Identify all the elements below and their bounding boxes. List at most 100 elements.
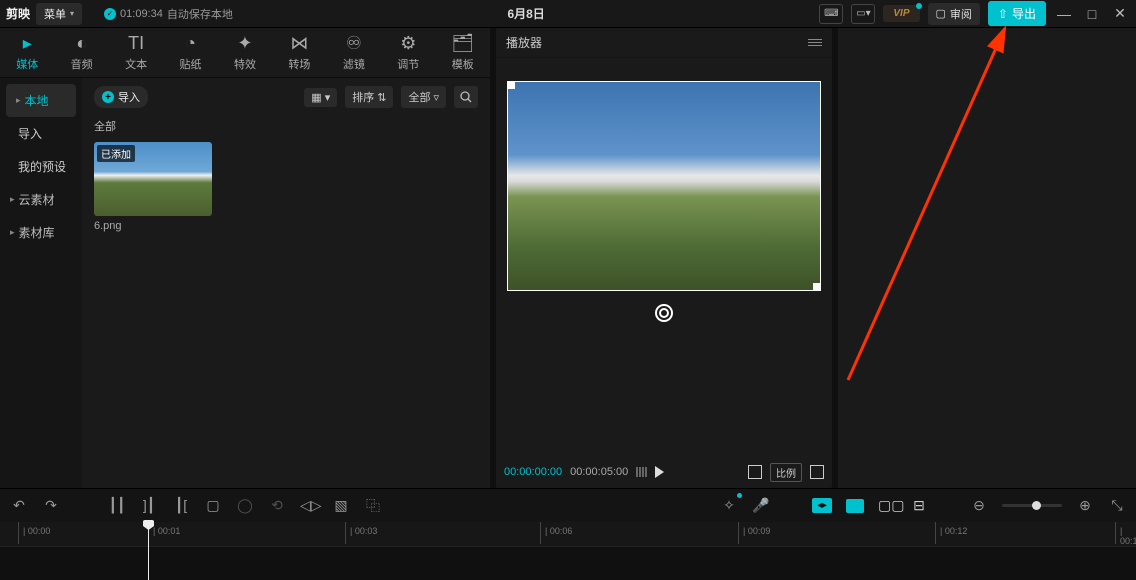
asset-tab-7[interactable]: ⚙调节: [381, 28, 435, 77]
export-button[interactable]: ⇧ 导出: [988, 1, 1046, 26]
asset-tab-8[interactable]: 🗂模板: [436, 28, 490, 77]
sidebar-item-import[interactable]: 导入: [0, 117, 82, 150]
playhead[interactable]: [148, 522, 149, 580]
tab-icon: ◔: [185, 33, 196, 54]
ruler-tick: | 00:09: [738, 522, 770, 544]
track-preset-1[interactable]: ◂▸: [812, 498, 832, 513]
auto-enhance-button[interactable]: ✧: [720, 497, 738, 514]
thumb-image: 已添加: [94, 142, 212, 216]
main-menu-button[interactable]: 菜单 ▾: [36, 3, 82, 25]
inspector-panel: [838, 28, 1136, 488]
reverse-button[interactable]: ⟲: [268, 497, 286, 514]
tab-icon: ▸: [23, 33, 32, 54]
sidebar-item-cloud[interactable]: ▸云素材: [0, 183, 82, 216]
sidebar-item-library[interactable]: ▸素材库: [0, 216, 82, 249]
view-grid-button[interactable]: ▦ ▾: [304, 88, 337, 107]
app-logo: 剪映: [6, 5, 30, 22]
track-preset-2[interactable]: [846, 499, 864, 513]
title-bar: 剪映 菜单 ▾ ✓ 01:09:34 自动保存本地 6月8日 ⌨ ▭▾ VIP …: [0, 0, 1136, 28]
tab-icon: ⋈: [290, 33, 308, 54]
fullscreen-icon[interactable]: [810, 465, 824, 479]
autosave-time: 01:09:34: [120, 8, 163, 20]
mic-button[interactable]: 🎤: [752, 497, 770, 514]
ruler-tick: | 00:00: [18, 522, 50, 544]
review-button[interactable]: ▢ 审阅: [928, 3, 980, 25]
undo-button[interactable]: ↶: [10, 497, 28, 514]
local-sidebar: ▸本地 导入 我的预设 ▸云素材 ▸素材库: [0, 78, 82, 488]
autosave-text: 自动保存本地: [167, 6, 233, 22]
project-title: 6月8日: [233, 5, 820, 22]
check-icon: ✓: [104, 8, 116, 20]
trim-right-button[interactable]: ┃[: [172, 497, 190, 514]
link-button[interactable]: ▢▢: [878, 497, 896, 514]
tab-icon: ⚙: [400, 33, 416, 54]
trim-left-button[interactable]: ]┃: [140, 497, 158, 514]
tab-icon: ✦: [237, 33, 252, 54]
maximize-button[interactable]: □: [1082, 6, 1102, 22]
sidebar-item-local[interactable]: ▸本地: [6, 84, 76, 117]
tab-icon: ◐: [76, 33, 87, 54]
zoom-in-button[interactable]: ⊕: [1076, 497, 1094, 514]
align-button[interactable]: ⊟: [910, 497, 928, 514]
sort-button[interactable]: 排序⇅: [345, 86, 393, 108]
asset-tab-2[interactable]: TI 文本: [109, 28, 163, 77]
time-current: 00:00:00:00: [504, 466, 562, 478]
filter-all-button[interactable]: 全部▿: [401, 86, 446, 108]
sidebar-item-preset[interactable]: 我的预设: [0, 150, 82, 183]
level-icon: [636, 467, 647, 477]
play-button[interactable]: [655, 466, 664, 478]
crop-frame-button[interactable]: ⿻: [364, 496, 382, 516]
zoom-slider[interactable]: [1002, 504, 1062, 507]
asset-tab-1[interactable]: ◐音频: [54, 28, 108, 77]
close-button[interactable]: ✕: [1110, 5, 1130, 22]
workspace: ▸媒体◐音频 TI 文本 ◔ 贴纸 ✦ 特效 ⋈转场♾滤镜⚙调节🗂模板 ▸本地 导入 我的预设…: [0, 28, 1136, 488]
player-title: 播放器: [506, 34, 542, 51]
fit-button[interactable]: ⤡: [1108, 497, 1126, 514]
keyboard-icon[interactable]: ⌨: [819, 4, 843, 24]
timeline-area: ↶ ↷ ┃┃ ]┃ ┃[ ▢ ◯ ⟲ ◁▷ ▧ ⿻ ✧ 🎤 ◂▸ ▢▢ ⊟ ⊖ …: [0, 488, 1136, 580]
redo-button[interactable]: ↷: [42, 497, 60, 514]
ruler-tick: | 00:03: [345, 522, 377, 544]
tab-label: 特效: [234, 56, 256, 72]
tab-label: 贴纸: [180, 56, 202, 72]
tab-label: 文本: [125, 56, 147, 72]
time-duration: 00:00:05:00: [570, 466, 628, 478]
asset-tab-5[interactable]: ⋈转场: [272, 28, 326, 77]
rotate-button[interactable]: ▧: [332, 497, 350, 514]
preview-frame[interactable]: [508, 82, 820, 290]
layout-icon[interactable]: ▭▾: [851, 4, 875, 24]
minimize-button[interactable]: —: [1054, 6, 1074, 22]
aspect-ratio-button[interactable]: 比例: [770, 463, 802, 482]
split-button[interactable]: ┃┃: [108, 497, 126, 514]
asset-tab-6[interactable]: ♾滤镜: [327, 28, 381, 77]
time-ruler[interactable]: | 00:00| 00:01| 00:03| 00:06| 00:09| 00:…: [0, 522, 1136, 546]
mirror-button[interactable]: ◁▷: [300, 497, 318, 514]
tab-icon: TI: [128, 33, 144, 54]
asset-tab-3[interactable]: ◔ 贴纸: [163, 28, 217, 77]
thumb-badge: 已添加: [97, 145, 135, 162]
crop-button[interactable]: ▢: [204, 497, 222, 514]
media-thumb[interactable]: 已添加 6.png: [94, 142, 212, 232]
asset-tab-4[interactable]: ✦ 特效: [218, 28, 272, 77]
tab-label: 滤镜: [343, 56, 365, 72]
rotate-handle[interactable]: [655, 304, 673, 322]
player-controls: 00:00:00:00 00:00:05:00 比例: [496, 456, 832, 488]
timeline-toolbar: ↶ ↷ ┃┃ ]┃ ┃[ ▢ ◯ ⟲ ◁▷ ▧ ⿻ ✧ 🎤 ◂▸ ▢▢ ⊟ ⊖ …: [0, 488, 1136, 522]
import-button[interactable]: + 导入: [94, 86, 148, 108]
upload-icon: ⇧: [998, 7, 1008, 21]
autosave-status: ✓ 01:09:34 自动保存本地: [104, 6, 233, 22]
ruler-tick: | 00:12: [935, 522, 967, 544]
thumb-filename: 6.png: [94, 220, 212, 232]
plus-icon: +: [102, 91, 114, 103]
asset-tab-0[interactable]: ▸媒体: [0, 28, 54, 77]
record-button[interactable]: ◯: [236, 497, 254, 514]
zoom-out-button[interactable]: ⊖: [970, 497, 988, 514]
player-panel: 播放器 00:00:00:00 00:00:05:00 比例: [496, 28, 832, 488]
chevron-down-icon: ▾: [70, 9, 74, 18]
import-label: 导入: [118, 89, 140, 105]
vip-button[interactable]: VIP: [883, 5, 919, 22]
search-button[interactable]: [454, 86, 478, 108]
player-menu-button[interactable]: [808, 39, 822, 46]
track-lane[interactable]: [0, 546, 1136, 580]
safe-zone-icon[interactable]: [748, 465, 762, 479]
